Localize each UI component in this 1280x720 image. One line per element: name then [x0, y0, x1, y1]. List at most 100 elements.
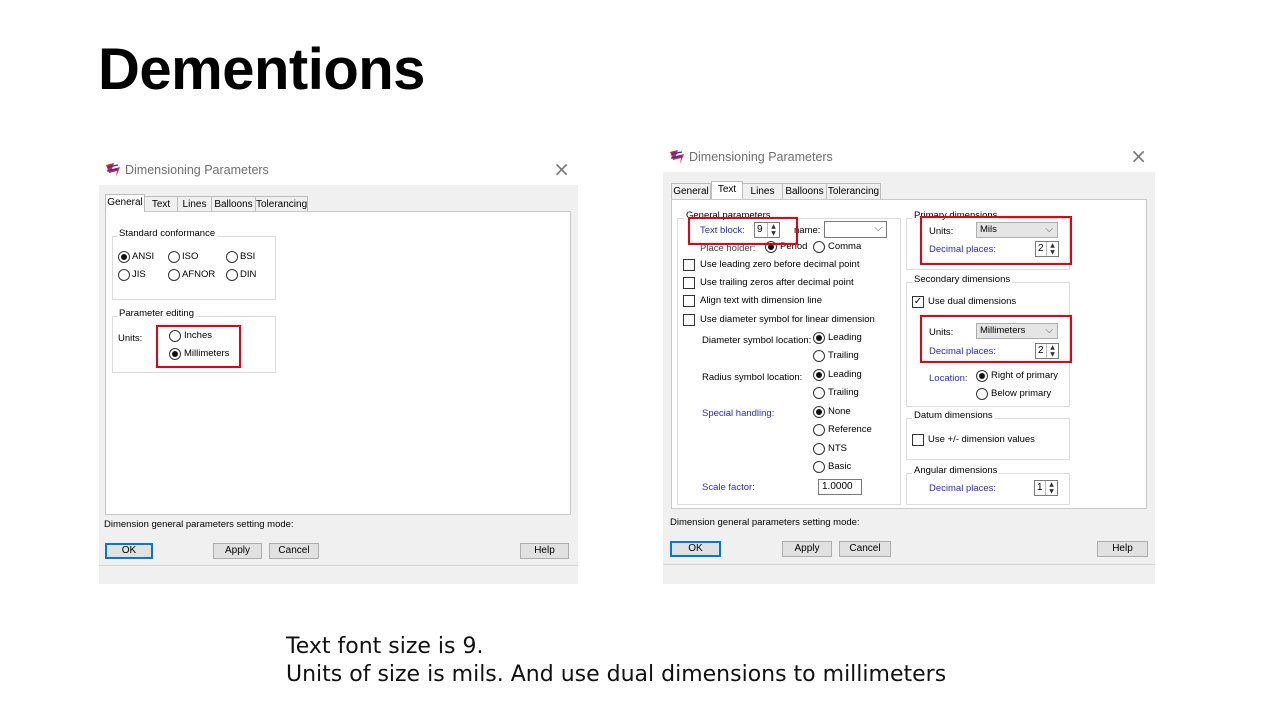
help-button[interactable]: Help [520, 543, 569, 559]
secondary-units-label: Units: [929, 327, 954, 338]
tab-lines[interactable]: Lines [743, 183, 783, 199]
radio-diameter-trailing[interactable] [813, 350, 825, 362]
general-tab-panel: Standard conformance ANSI ISO BSI JIS AF… [105, 211, 571, 515]
dual-dimensions-checkbox[interactable]: ✓ [912, 296, 924, 308]
name-label: name: [794, 225, 821, 236]
align-text-checkbox[interactable] [683, 295, 695, 307]
tab-text[interactable]: Text [711, 181, 743, 199]
radio-jis[interactable] [118, 269, 130, 281]
radio-period[interactable] [765, 241, 777, 253]
datum-plus-minus-label: Use +/- dimension values [928, 434, 1035, 445]
radio-millimeters[interactable] [169, 348, 181, 360]
radio-special-nts[interactable] [813, 443, 825, 455]
location-label: Location: [929, 373, 968, 384]
chevron-down-icon: ⌵ [874, 223, 882, 234]
help-button[interactable]: Help [1097, 541, 1148, 557]
name-select[interactable]: ⌵ [824, 221, 887, 238]
tab-balloons[interactable]: Balloons [212, 196, 256, 212]
apply-button[interactable]: Apply [213, 543, 262, 559]
radio-bsi[interactable] [226, 251, 238, 263]
diameter-symbol-checkbox[interactable] [683, 314, 695, 326]
tab-general[interactable]: General [671, 183, 711, 199]
radio-below-primary[interactable] [976, 388, 988, 400]
radio-din-label: DIN [240, 269, 257, 280]
dialog-titlebar: Dimensioning Parameters × [99, 155, 578, 185]
radio-millimeters-label: Millimeters [184, 348, 230, 359]
secondary-units-select[interactable]: Millimeters ⌵ [976, 323, 1058, 339]
angular-decimal-label: Decimal places: [929, 483, 997, 494]
secondary-decimal-spinner[interactable]: 2 ▲ ▼ [1035, 343, 1059, 359]
radio-right-of-primary[interactable] [976, 370, 988, 382]
radio-special-basic[interactable] [813, 461, 825, 473]
app-logo-icon [106, 163, 120, 177]
radio-radius-trailing[interactable] [813, 387, 825, 399]
radio-afnor-label: AFNOR [182, 269, 216, 280]
radio-comma[interactable] [813, 241, 825, 253]
status-bar [663, 564, 1155, 580]
radio-special-none[interactable] [813, 406, 825, 418]
radio-radius-leading[interactable] [813, 369, 825, 381]
angular-decimal-spinner[interactable]: 1 ▲ ▼ [1034, 480, 1058, 496]
primary-dimensions-label: Primary dimensions [912, 210, 1000, 221]
radio-afnor[interactable] [168, 269, 180, 281]
close-icon[interactable]: × [1130, 145, 1147, 167]
spinner-arrows-icon[interactable]: ▲ ▼ [767, 223, 779, 237]
ok-button[interactable]: OK [670, 541, 721, 557]
radio-iso[interactable] [168, 251, 180, 263]
radio-right-of-primary-label: Right of primary [991, 370, 1059, 381]
secondary-dimensions-label: Secondary dimensions [912, 274, 1013, 285]
radio-inches-label: Inches [184, 330, 212, 341]
text-block-label: Text block: [700, 225, 745, 236]
radio-ansi[interactable] [118, 251, 130, 263]
dialog-titlebar: Dimensioning Parameters × [663, 142, 1155, 172]
status-bar [99, 565, 578, 581]
secondary-decimal-value: 2 [1038, 345, 1044, 356]
status-text: Dimension general parameters setting mod… [104, 519, 294, 530]
datum-plus-minus-checkbox[interactable] [912, 434, 924, 446]
caption-line-1: Text font size is 9. [286, 634, 484, 659]
radio-below-primary-label: Below primary [991, 388, 1052, 399]
radio-din[interactable] [226, 269, 238, 281]
place-holder-label: Place holder: [700, 243, 756, 254]
radio-diameter-leading[interactable] [813, 332, 825, 344]
tab-lines[interactable]: Lines [178, 196, 212, 212]
parameter-editing-group [112, 316, 276, 373]
leading-zero-checkbox[interactable] [683, 259, 695, 271]
primary-decimal-value: 2 [1038, 243, 1044, 254]
cancel-button[interactable]: Cancel [269, 543, 319, 559]
radio-inches[interactable] [169, 330, 181, 342]
primary-decimal-spinner[interactable]: 2 ▲ ▼ [1035, 241, 1059, 257]
primary-units-select[interactable]: Mils ⌵ [976, 222, 1058, 238]
tab-general[interactable]: General [105, 194, 145, 212]
align-text-label: Align text with dimension line [700, 295, 822, 306]
angular-decimal-value: 1 [1037, 482, 1043, 493]
radio-special-reference[interactable] [813, 424, 825, 436]
text-block-spinner[interactable]: 9 ▲ ▼ [754, 222, 780, 238]
spinner-arrows-icon[interactable]: ▲ ▼ [1046, 344, 1058, 358]
primary-units-value: Mils [980, 224, 997, 235]
dialog-text: Dimensioning Parameters × General Text L… [663, 142, 1155, 584]
tab-tolerancing[interactable]: Tolerancing [827, 183, 881, 199]
spinner-arrows-icon[interactable]: ▲ ▼ [1045, 481, 1057, 495]
close-icon[interactable]: × [553, 158, 570, 180]
tab-text[interactable]: Text [145, 196, 178, 212]
tab-tolerancing[interactable]: Tolerancing [256, 196, 308, 212]
radio-special-none-label: None [828, 406, 851, 417]
spinner-arrows-icon[interactable]: ▲ ▼ [1046, 242, 1058, 256]
dialog-general: Dimensioning Parameters × General Text L… [99, 155, 578, 584]
radio-diameter-trailing-label: Trailing [828, 350, 859, 361]
scale-factor-label: Scale factor: [702, 482, 755, 493]
radio-period-label: Period [780, 241, 808, 252]
trailing-zeros-checkbox[interactable] [683, 277, 695, 289]
cancel-button[interactable]: Cancel [839, 541, 891, 557]
chevron-down-icon: ⌵ [1045, 325, 1053, 336]
radio-special-basic-label: Basic [828, 461, 852, 472]
units-label: Units: [118, 333, 143, 344]
apply-button[interactable]: Apply [782, 541, 832, 557]
tab-balloons[interactable]: Balloons [783, 183, 827, 199]
radius-location-label: Radius symbol location: [702, 372, 803, 383]
scale-factor-input[interactable]: 1.0000 [818, 479, 862, 495]
radio-jis-label: JIS [132, 269, 146, 280]
radio-special-nts-label: NTS [828, 443, 847, 454]
ok-button[interactable]: OK [105, 543, 153, 559]
